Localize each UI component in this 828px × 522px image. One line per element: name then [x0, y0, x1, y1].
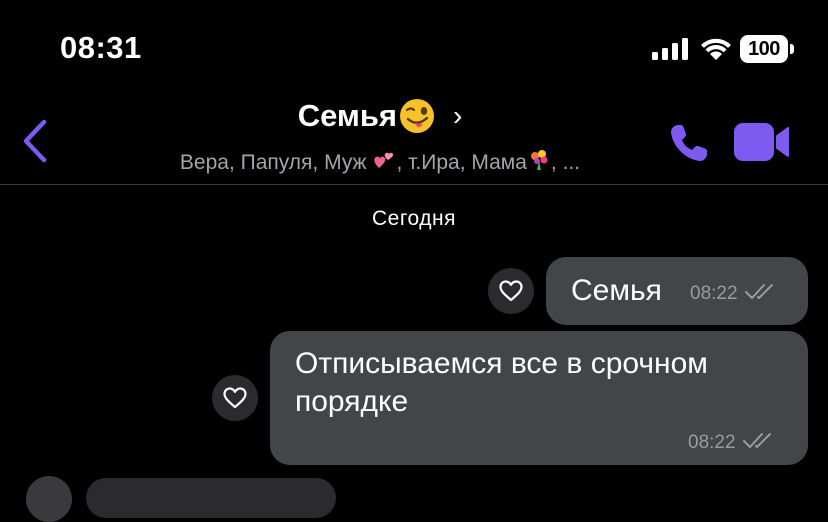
header-divider	[0, 184, 828, 185]
message-meta: 08:22	[688, 432, 776, 454]
avatar[interactable]	[26, 476, 72, 522]
message-time: 08:22	[690, 283, 738, 304]
chat-title-area[interactable]: Семья ›	[140, 98, 620, 134]
title-chevron-icon: ›	[452, 100, 463, 131]
bouquet-icon	[530, 150, 548, 170]
status-time: 08:31	[60, 30, 142, 65]
heart-icon	[223, 387, 247, 409]
battery-icon: 100	[740, 35, 794, 63]
date-separator: Сегодня	[372, 207, 456, 230]
chat-title: Семья	[297, 98, 397, 133]
status-bar: 08:31 100	[0, 0, 828, 100]
double-check-icon	[744, 284, 773, 299]
members-text-3: , ...	[550, 151, 581, 174]
phone-call-icon[interactable]	[668, 122, 710, 164]
message-bubble[interactable]: Отписываемся все в срочном порядке 08:22	[270, 331, 808, 465]
double-check-icon	[742, 433, 771, 448]
wifi-icon	[701, 38, 731, 60]
chat-header: Семья › Вера, Папуля, Муж , т.Ира, Мама …	[0, 90, 828, 185]
members-text: Вера, Папуля, Муж	[179, 151, 367, 174]
winking-face-with-tongue-icon	[399, 99, 434, 133]
chat-members: Вера, Папуля, Муж , т.Ира, Мама , ...	[130, 148, 630, 175]
message-bubble[interactable]: Семья 08:22	[546, 257, 808, 325]
message-meta: 08:22	[690, 283, 778, 305]
members-text-2: , т.Ира, Мама	[396, 151, 527, 174]
battery-tip	[790, 44, 794, 54]
signal-icon	[652, 38, 688, 60]
video-call-icon[interactable]	[734, 122, 790, 162]
message-bubble-partial[interactable]	[86, 478, 336, 518]
message-text: Семья	[571, 274, 662, 307]
back-chevron-icon[interactable]	[18, 118, 52, 164]
react-heart-button[interactable]	[488, 268, 534, 314]
react-heart-button[interactable]	[212, 375, 258, 421]
message-time: 08:22	[688, 432, 736, 453]
message-text: Отписываемся все в срочном порядке	[295, 347, 708, 418]
battery-level: 100	[740, 35, 788, 63]
heart-icon	[499, 280, 523, 302]
two-hearts-icon	[374, 152, 394, 168]
